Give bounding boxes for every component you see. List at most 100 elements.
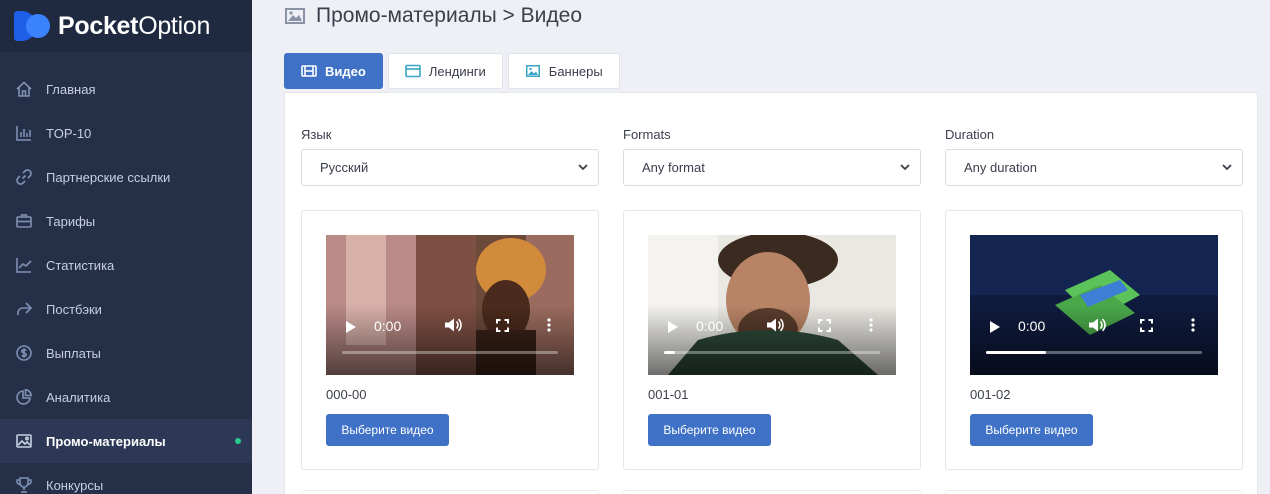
videos-panel: Язык Русский Formats Any format Duration… bbox=[284, 92, 1258, 494]
select-video-button[interactable]: Выберите видео bbox=[648, 414, 771, 446]
chevron-down-icon bbox=[900, 164, 910, 171]
brand-logo[interactable]: PocketOption bbox=[0, 0, 252, 52]
trophy-icon bbox=[13, 474, 35, 494]
sidebar-item-top10[interactable]: TOP-10 bbox=[0, 111, 252, 155]
tab-banners[interactable]: Баннеры bbox=[507, 53, 620, 89]
more-options-icon[interactable] bbox=[869, 318, 873, 332]
image-icon bbox=[13, 430, 35, 452]
video-time: 0:00 bbox=[1018, 318, 1046, 334]
play-icon[interactable] bbox=[990, 321, 1000, 333]
briefcase-icon bbox=[13, 210, 35, 232]
progress-fill bbox=[986, 351, 1047, 354]
sidebar-item-label: Промо-материалы bbox=[46, 433, 166, 449]
progress-fill bbox=[664, 351, 675, 354]
chevron-down-icon bbox=[1222, 164, 1232, 171]
duration-select[interactable]: Any duration bbox=[945, 149, 1243, 186]
browser-icon bbox=[405, 64, 421, 78]
video-player[interactable]: 0:00 bbox=[648, 235, 896, 375]
sidebar-item-payouts[interactable]: Выплаты bbox=[0, 331, 252, 375]
link-icon bbox=[13, 166, 35, 188]
play-icon[interactable] bbox=[346, 321, 356, 333]
sidebar-item-label: Постбэки bbox=[46, 301, 102, 317]
language-filter: Язык Русский bbox=[301, 127, 599, 186]
video-controls: 0:00 bbox=[648, 315, 896, 337]
duration-filter-label: Duration bbox=[945, 127, 995, 142]
video-time: 0:00 bbox=[696, 318, 724, 334]
video-controls: 0:00 bbox=[326, 315, 574, 337]
bar-chart-icon bbox=[13, 122, 35, 144]
fullscreen-icon[interactable] bbox=[1140, 319, 1153, 332]
sidebar-item-contests[interactable]: Конкурсы bbox=[0, 463, 252, 494]
volume-icon[interactable] bbox=[766, 318, 784, 332]
video-card-next-row bbox=[623, 490, 921, 494]
home-icon bbox=[13, 78, 35, 100]
select-video-button[interactable]: Выберите видео bbox=[326, 414, 449, 446]
formats-select-value: Any format bbox=[642, 160, 705, 175]
sidebar-item-postbacks[interactable]: Постбэки bbox=[0, 287, 252, 331]
duration-filter: Duration Any duration bbox=[945, 127, 1243, 186]
fullscreen-icon[interactable] bbox=[818, 319, 831, 332]
sidebar-item-analytics[interactable]: Аналитика bbox=[0, 375, 252, 419]
line-chart-icon bbox=[13, 254, 35, 276]
more-options-icon[interactable] bbox=[547, 318, 551, 332]
share-icon bbox=[13, 298, 35, 320]
more-options-icon[interactable] bbox=[1191, 318, 1195, 332]
volume-icon[interactable] bbox=[1088, 318, 1106, 332]
tab-landings[interactable]: Лендинги bbox=[387, 53, 503, 89]
sidebar-item-label: Партнерские ссылки bbox=[46, 169, 171, 185]
sidebar-item-partner-links[interactable]: Партнерские ссылки bbox=[0, 155, 252, 199]
tab-label: Видео bbox=[325, 63, 366, 79]
video-name: 000-00 bbox=[326, 387, 367, 402]
sidebar-item-label: Главная bbox=[46, 81, 96, 97]
sidebar-item-label: Конкурсы bbox=[46, 477, 104, 493]
video-card-next-row bbox=[945, 490, 1243, 494]
sidebar-item-label: Статистика bbox=[46, 257, 115, 273]
tab-label: Баннеры bbox=[548, 63, 603, 79]
sidebar-item-label: Тарифы bbox=[46, 213, 96, 229]
progress-track[interactable] bbox=[664, 351, 880, 354]
image-icon bbox=[525, 64, 541, 78]
pie-chart-icon bbox=[13, 386, 35, 408]
page-title: Промо-материалы > Видео bbox=[316, 4, 582, 27]
video-card: 0:00 000-00 Выберите видео bbox=[301, 210, 599, 470]
duration-select-value: Any duration bbox=[964, 160, 1037, 175]
sidebar-item-label: TOP-10 bbox=[46, 125, 92, 141]
formats-select[interactable]: Any format bbox=[623, 149, 921, 186]
dollar-icon bbox=[13, 342, 35, 364]
sidebar-nav: Главная TOP-10 Партнерские ссылки Тарифы… bbox=[0, 67, 252, 494]
sidebar-item-promo-materials[interactable]: Промо-материалы bbox=[0, 419, 252, 463]
sidebar-item-label: Выплаты bbox=[46, 345, 101, 361]
play-icon[interactable] bbox=[668, 321, 678, 333]
sidebar-item-home[interactable]: Главная bbox=[0, 67, 252, 111]
sidebar-item-statistics[interactable]: Статистика bbox=[0, 243, 252, 287]
brand-name: PocketOption bbox=[58, 12, 210, 41]
active-indicator-dot bbox=[235, 438, 241, 444]
video-controls: 0:00 bbox=[970, 315, 1218, 337]
progress-track[interactable] bbox=[342, 351, 558, 354]
select-video-button[interactable]: Выберите видео bbox=[970, 414, 1093, 446]
video-card: 0:00 001-01 Выберите видео bbox=[623, 210, 921, 470]
video-time: 0:00 bbox=[374, 318, 402, 334]
brand-name-regular: Option bbox=[138, 11, 211, 40]
language-filter-label: Язык bbox=[301, 127, 332, 142]
promo-tabs: Видео Лендинги Баннеры bbox=[284, 53, 625, 89]
language-select-value: Русский bbox=[320, 160, 369, 175]
video-player[interactable]: 0:00 bbox=[970, 235, 1218, 375]
image-icon bbox=[284, 7, 306, 25]
sidebar-item-tariffs[interactable]: Тарифы bbox=[0, 199, 252, 243]
sidebar-item-label: Аналитика bbox=[46, 389, 111, 405]
video-name: 001-01 bbox=[648, 387, 689, 402]
brand-name-bold: Pocket bbox=[58, 11, 139, 40]
tab-label: Лендинги bbox=[428, 63, 486, 79]
formats-filter-label: Formats bbox=[623, 127, 671, 142]
language-select[interactable]: Русский bbox=[301, 149, 599, 186]
sidebar: PocketOption Главная TOP-10 Партнерские … bbox=[0, 0, 252, 494]
video-player[interactable]: 0:00 bbox=[326, 235, 574, 375]
progress-track[interactable] bbox=[986, 351, 1202, 354]
volume-icon[interactable] bbox=[444, 318, 462, 332]
video-card-next-row bbox=[301, 490, 599, 494]
video-card: 0:00 001-02 Выберите видео bbox=[945, 210, 1243, 470]
video-name: 001-02 bbox=[970, 387, 1011, 402]
tab-video[interactable]: Видео bbox=[284, 53, 383, 89]
fullscreen-icon[interactable] bbox=[496, 319, 509, 332]
